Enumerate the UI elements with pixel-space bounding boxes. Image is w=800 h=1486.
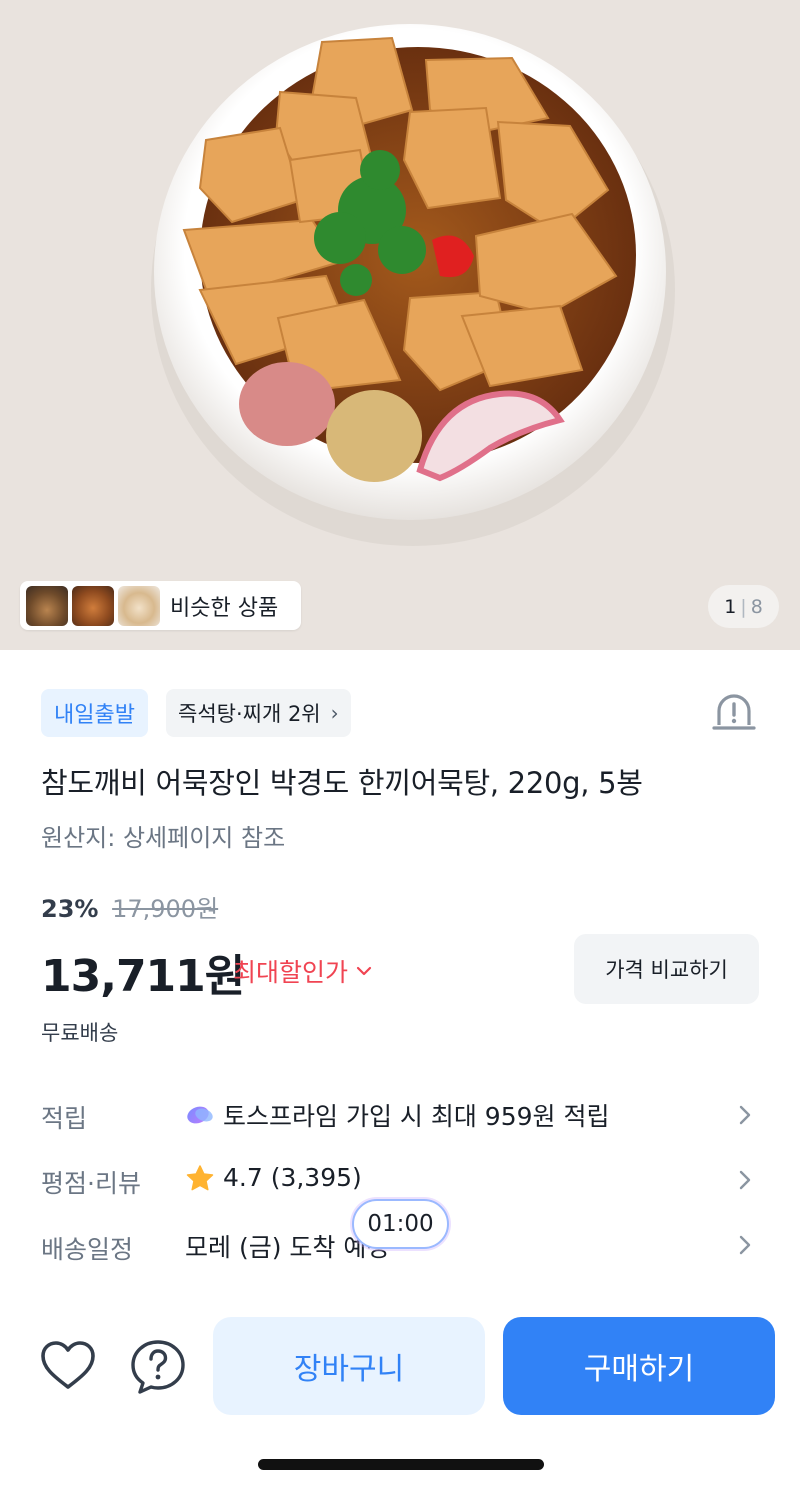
discount-rate: 23% <box>41 895 99 923</box>
points-label: 적립 <box>41 1104 88 1133</box>
rating-label: 평점·리뷰 <box>41 1169 141 1198</box>
product-title: 참도깨비 어묵장인 박경도 한끼어묵탕, 220g, 5봉 <box>41 766 643 800</box>
page-total: 8 <box>750 595 763 618</box>
star-icon <box>186 1164 214 1190</box>
chevron-right-icon[interactable] <box>737 1234 753 1256</box>
points-value: 토스프라임 가입 시 최대 959원 적립 <box>223 1102 610 1131</box>
rating-value: 4.7 (3,395) <box>223 1163 362 1192</box>
similar-products-button[interactable]: 비슷한 상품 <box>20 581 301 630</box>
prime-icon <box>187 1106 213 1124</box>
add-to-cart-button[interactable]: 장바구니 <box>213 1317 485 1415</box>
chevron-right-icon[interactable] <box>737 1104 753 1126</box>
alert-icon[interactable] <box>711 691 757 737</box>
home-indicator <box>258 1459 544 1470</box>
sale-price: 13,711원 <box>41 951 245 1002</box>
page-separator: | <box>740 595 747 618</box>
original-price: 17,900원 <box>112 895 219 923</box>
question-icon[interactable] <box>128 1337 188 1397</box>
price-compare-button[interactable]: 가격 비교하기 <box>574 934 759 1004</box>
chevron-down-icon <box>356 966 372 976</box>
chevron-right-icon: › <box>330 701 339 725</box>
timer-badge[interactable]: 01:00 <box>352 1199 449 1249</box>
product-image-carousel[interactable]: 비슷한 상품 1 | 8 <box>0 0 800 650</box>
max-discount-toggle[interactable]: 최대할인가 <box>233 953 372 989</box>
similar-product-thumb <box>72 585 114 626</box>
similar-product-thumb <box>26 585 68 626</box>
discount-row: 23% 17,900원 <box>41 889 218 924</box>
image-page-indicator: 1 | 8 <box>708 585 779 628</box>
page-current: 1 <box>724 595 737 618</box>
points-row[interactable]: 토스프라임 가입 시 최대 959원 적립 <box>185 1097 609 1133</box>
ranking-label: 즉석탕·찌개 2위 <box>178 702 321 726</box>
heart-icon[interactable] <box>38 1337 98 1397</box>
product-origin: 원산지: 상세페이지 참조 <box>41 824 286 852</box>
buy-now-button[interactable]: 구매하기 <box>503 1317 775 1415</box>
similar-product-thumb <box>118 585 160 626</box>
chevron-right-icon[interactable] <box>737 1169 753 1191</box>
similar-products-label: 비슷한 상품 <box>170 595 279 621</box>
rating-row[interactable]: 4.7 (3,395) <box>185 1163 362 1192</box>
shipping-info: 무료배송 <box>41 1021 119 1045</box>
product-photo <box>151 24 675 546</box>
max-discount-label: 최대할인가 <box>233 958 349 987</box>
delivery-schedule-label: 배송일정 <box>41 1235 134 1264</box>
category-ranking-chip[interactable]: 즉석탕·찌개 2위 › <box>166 689 351 737</box>
delivery-badge: 내일출발 <box>41 689 148 737</box>
